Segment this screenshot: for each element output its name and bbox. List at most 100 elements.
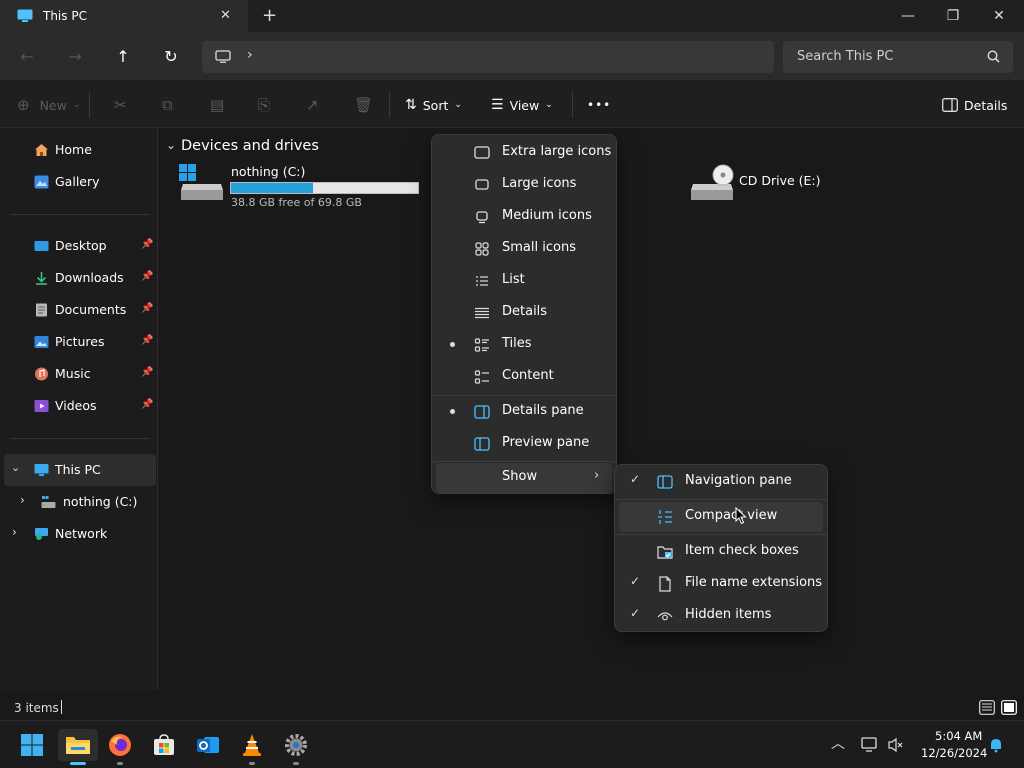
chevron-down-icon[interactable]: ⌄ <box>166 138 176 152</box>
running-indicator <box>293 762 299 765</box>
new-tab-button[interactable]: + <box>262 5 277 26</box>
menu-item-large-icons[interactable]: Large icons <box>436 170 612 200</box>
view-icon: ☰ <box>491 97 504 113</box>
network-status-icon[interactable] <box>861 737 879 753</box>
pin-icon[interactable]: 📌 <box>141 335 153 346</box>
desktop-icon <box>34 241 49 251</box>
documents-icon <box>36 303 47 317</box>
chevron-down-icon: ⌄ <box>545 100 553 110</box>
checkmark-icon: ✓ <box>630 472 641 486</box>
eye-icon <box>657 612 673 621</box>
pin-icon[interactable]: 📌 <box>141 399 153 410</box>
file-explorer-window: This PC ✕ + — ❐ ✕ ← → ↑ ↻ › Search This … <box>0 0 1024 720</box>
sidebar-item-this-pc[interactable]: ⌄ This PC <box>4 454 156 486</box>
file-explorer-taskbar-button[interactable] <box>58 729 98 765</box>
sidebar-item-desktop[interactable]: Desktop 📌 <box>0 230 156 262</box>
pin-icon[interactable]: 📌 <box>141 239 153 250</box>
menu-item-item-check-boxes[interactable]: Item check boxes <box>619 537 823 567</box>
menu-item-small-icons[interactable]: Small icons <box>436 234 612 264</box>
compact-view-icon <box>658 510 672 524</box>
menu-item-tiles[interactable]: Tiles <box>436 330 612 360</box>
minimize-button[interactable]: — <box>885 0 931 32</box>
firefox-taskbar-button[interactable] <box>104 729 136 765</box>
navigation-pane: Home Gallery Desktop 📌 Downloads 📌 Docum… <box>0 128 158 690</box>
menu-item-navigation-pane[interactable]: ✓ Navigation pane <box>619 467 823 497</box>
pin-icon[interactable]: 📌 <box>141 271 153 282</box>
search-box[interactable]: Search This PC <box>783 41 1013 73</box>
pin-icon[interactable]: 📌 <box>141 303 153 314</box>
drive-tile-c[interactable]: nothing (C:) 38.8 GB free of 69.8 GB <box>177 164 427 212</box>
drive-free-space: 38.8 GB free of 69.8 GB <box>231 196 362 209</box>
grid-icon <box>475 242 489 256</box>
back-button[interactable]: ← <box>13 42 41 70</box>
sidebar-item-videos[interactable]: Videos 📌 <box>0 390 156 422</box>
checkmark-icon: ✓ <box>630 606 641 620</box>
menu-item-medium-icons[interactable]: Medium icons <box>436 202 612 232</box>
clock-date[interactable]: 12/26/2024 <box>921 746 987 760</box>
sidebar-item-pictures[interactable]: Pictures 📌 <box>0 326 156 358</box>
clock-time[interactable]: 5:04 AM <box>935 729 982 743</box>
chevron-right-icon[interactable]: › <box>12 525 17 539</box>
menu-item-extra-large-icons[interactable]: Extra large icons <box>436 138 612 168</box>
monitor-icon <box>215 50 231 63</box>
details-button[interactable]: Details <box>942 94 1007 116</box>
breadcrumb-chevron-icon[interactable]: › <box>247 47 253 63</box>
group-header[interactable]: Devices and drives <box>181 138 319 154</box>
copy-button[interactable]: ⧉ <box>162 94 173 116</box>
paste-button[interactable]: ▤ <box>210 94 224 116</box>
pin-icon[interactable]: 📌 <box>141 367 153 378</box>
title-bar: This PC ✕ + — ❐ ✕ <box>0 0 1024 32</box>
sidebar-item-drive-c[interactable]: › nothing (C:) <box>0 486 156 518</box>
notification-bell-icon[interactable] <box>988 737 1004 753</box>
start-button[interactable] <box>16 729 48 761</box>
menu-item-details-pane[interactable]: Details pane <box>436 397 612 427</box>
vlc-taskbar-button[interactable] <box>236 729 268 765</box>
details-view-icon[interactable] <box>979 700 995 715</box>
menu-item-content[interactable]: Content <box>436 362 612 392</box>
settings-taskbar-button[interactable] <box>280 729 312 765</box>
close-tab-icon[interactable]: ✕ <box>220 8 231 23</box>
store-taskbar-button[interactable] <box>148 729 180 761</box>
cut-button[interactable]: ✂ <box>114 94 127 116</box>
volume-muted-icon[interactable] <box>887 737 905 753</box>
sidebar-item-network[interactable]: › Network <box>0 518 156 550</box>
sidebar-item-gallery[interactable]: Gallery <box>0 166 156 198</box>
more-options-button[interactable]: ••• <box>587 94 611 116</box>
sort-button[interactable]: ⇅ Sort ⌄ <box>405 94 462 116</box>
refresh-button[interactable]: ↻ <box>157 42 185 70</box>
sidebar-item-home[interactable]: Home <box>0 134 156 166</box>
maximize-button[interactable]: ❐ <box>930 0 976 32</box>
menu-item-file-name-extensions[interactable]: ✓ File name extensions <box>619 569 823 599</box>
sidebar-item-label: Network <box>55 526 108 541</box>
new-button[interactable]: ⊕ New ⌄ <box>17 94 80 116</box>
drive-tile-e[interactable]: CD Drive (E:) <box>687 164 847 206</box>
menu-item-preview-pane[interactable]: Preview pane <box>436 429 612 459</box>
tiles-view-icon[interactable] <box>1001 700 1017 715</box>
chevron-up-icon[interactable]: ︿ <box>831 733 845 753</box>
menu-item-list[interactable]: List <box>436 266 612 296</box>
sort-icon: ⇅ <box>405 97 417 113</box>
menu-item-hidden-items[interactable]: ✓ Hidden items <box>619 601 823 631</box>
selected-dot-icon <box>450 409 455 414</box>
up-button[interactable]: ↑ <box>109 42 137 70</box>
delete-button[interactable]: 🗑 <box>354 94 373 116</box>
sidebar-item-downloads[interactable]: Downloads 📌 <box>0 262 156 294</box>
chevron-down-icon[interactable]: ⌄ <box>11 461 20 474</box>
address-bar[interactable]: › <box>202 41 774 73</box>
downloads-icon <box>36 272 47 285</box>
chevron-right-icon[interactable]: › <box>20 493 25 507</box>
outlook-taskbar-button[interactable] <box>192 729 224 761</box>
forward-button[interactable]: → <box>61 42 89 70</box>
share-button[interactable]: ↗ <box>306 94 319 116</box>
menu-item-compact-view[interactable]: Compact view <box>619 502 823 532</box>
chevron-right-icon: › <box>594 468 600 483</box>
chevron-down-icon: ⌄ <box>454 100 462 110</box>
sidebar-item-music[interactable]: Music 📌 <box>0 358 156 390</box>
tab-this-pc[interactable]: This PC ✕ <box>0 0 248 32</box>
menu-item-show[interactable]: Show › <box>436 463 612 493</box>
view-button[interactable]: ☰ View ⌄ <box>491 94 553 116</box>
close-button[interactable]: ✕ <box>976 0 1022 32</box>
rename-button[interactable]: ⎘ <box>258 94 270 116</box>
menu-item-details[interactable]: Details <box>436 298 612 328</box>
sidebar-item-documents[interactable]: Documents 📌 <box>0 294 156 326</box>
